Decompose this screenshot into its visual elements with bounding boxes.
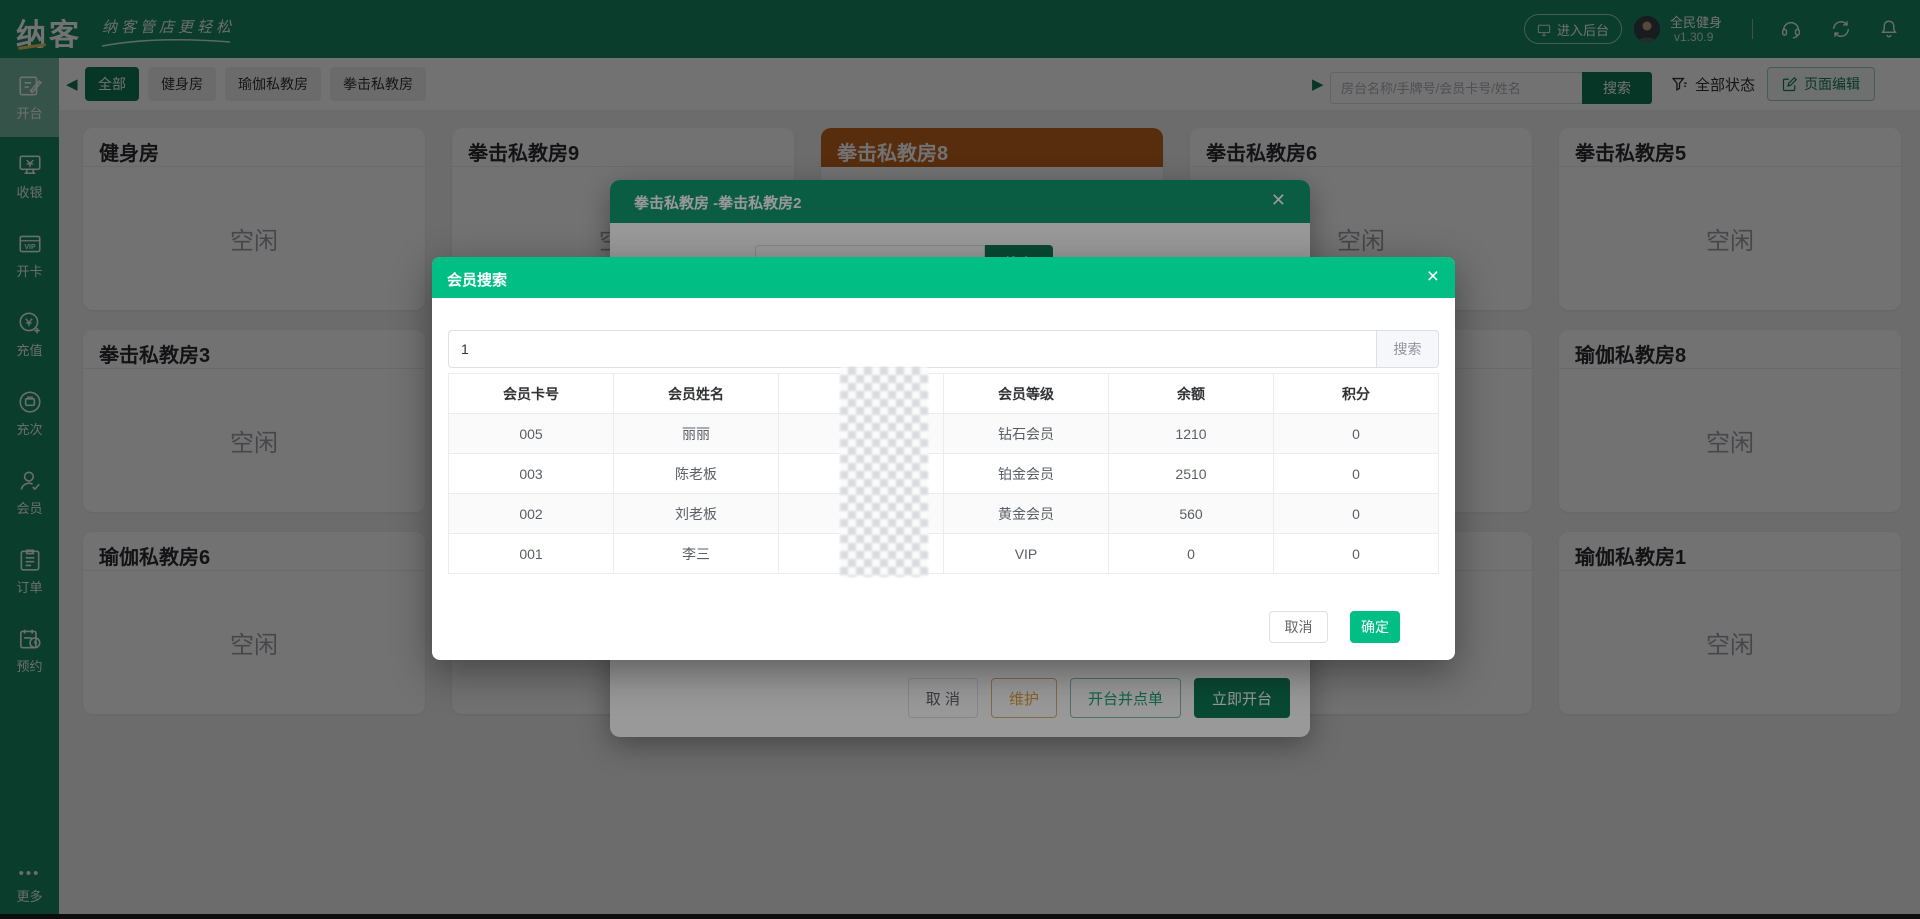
member-table-cell: 560 [1109,494,1274,534]
member-table-cell: 刘老板 [614,494,779,534]
member-table-cell: 钻石会员 [944,414,1109,454]
member-search-row: 搜索 [448,330,1439,368]
member-table-cell: 2510 [1109,454,1274,494]
member-table-cell: 0 [1274,534,1439,574]
member-table-header: 会员姓名 [614,374,779,414]
member-table-cell: 0 [1274,454,1439,494]
member-table-cell: 002 [449,494,614,534]
member-table-cell: 黄金会员 [944,494,1109,534]
member-table-header: 会员等级 [944,374,1109,414]
member-table-cell: 铂金会员 [944,454,1109,494]
member-table-wrap: 会员卡号会员姓名会员等级余额积分 005丽丽钻石会员12100003陈老板铂金会… [448,373,1439,574]
cancel-button[interactable]: 取消 [1269,611,1328,643]
member-table-cell: 丽丽 [614,414,779,454]
member-table-row[interactable]: 003陈老板 铂金会员25100 [449,454,1439,494]
member-table-cell: 005 [449,414,614,454]
confirm-button[interactable]: 确定 [1350,611,1400,643]
member-table-cell: 陈老板 [614,454,779,494]
member-table-header: 余额 [1109,374,1274,414]
dialog-title: 会员搜索 [447,269,507,290]
member-search-button[interactable]: 搜索 [1376,330,1439,368]
member-table-cell: 李三 [614,534,779,574]
member-table-cell: 0 [1109,534,1274,574]
member-table: 会员卡号会员姓名会员等级余额积分 005丽丽钻石会员12100003陈老板铂金会… [448,373,1439,574]
close-icon[interactable]: × [1427,265,1439,289]
member-table-header: 会员卡号 [449,374,614,414]
member-table-row[interactable]: 005丽丽 钻石会员12100 [449,414,1439,454]
member-table-row[interactable]: 002刘老板 黄金会员5600 [449,494,1439,534]
member-table-cell: 001 [449,534,614,574]
member-table-cell: 1210 [1109,414,1274,454]
member-table-cell: 003 [449,454,614,494]
privacy-mosaic-overlay [840,367,928,577]
member-search-dialog: 会员搜索 × 搜索 会员卡号会员姓名 会员等级余额积分 005丽丽 钻石会员1210… [432,257,1455,660]
member-table-cell: VIP [944,534,1109,574]
member-table-cell: 0 [1274,494,1439,534]
member-table-row[interactable]: 001李三VIP00 [449,534,1439,574]
member-search-footer: 取消 确定 [1269,611,1400,643]
app-screen: 纳客 纳客管店更轻松 进入后台 全民健身 v1.30.9 [0,0,1920,919]
member-keyword-input[interactable] [448,330,1376,368]
member-search-header: 会员搜索 × [432,257,1455,298]
member-table-header: 积分 [1274,374,1439,414]
member-table-cell: 0 [1274,414,1439,454]
